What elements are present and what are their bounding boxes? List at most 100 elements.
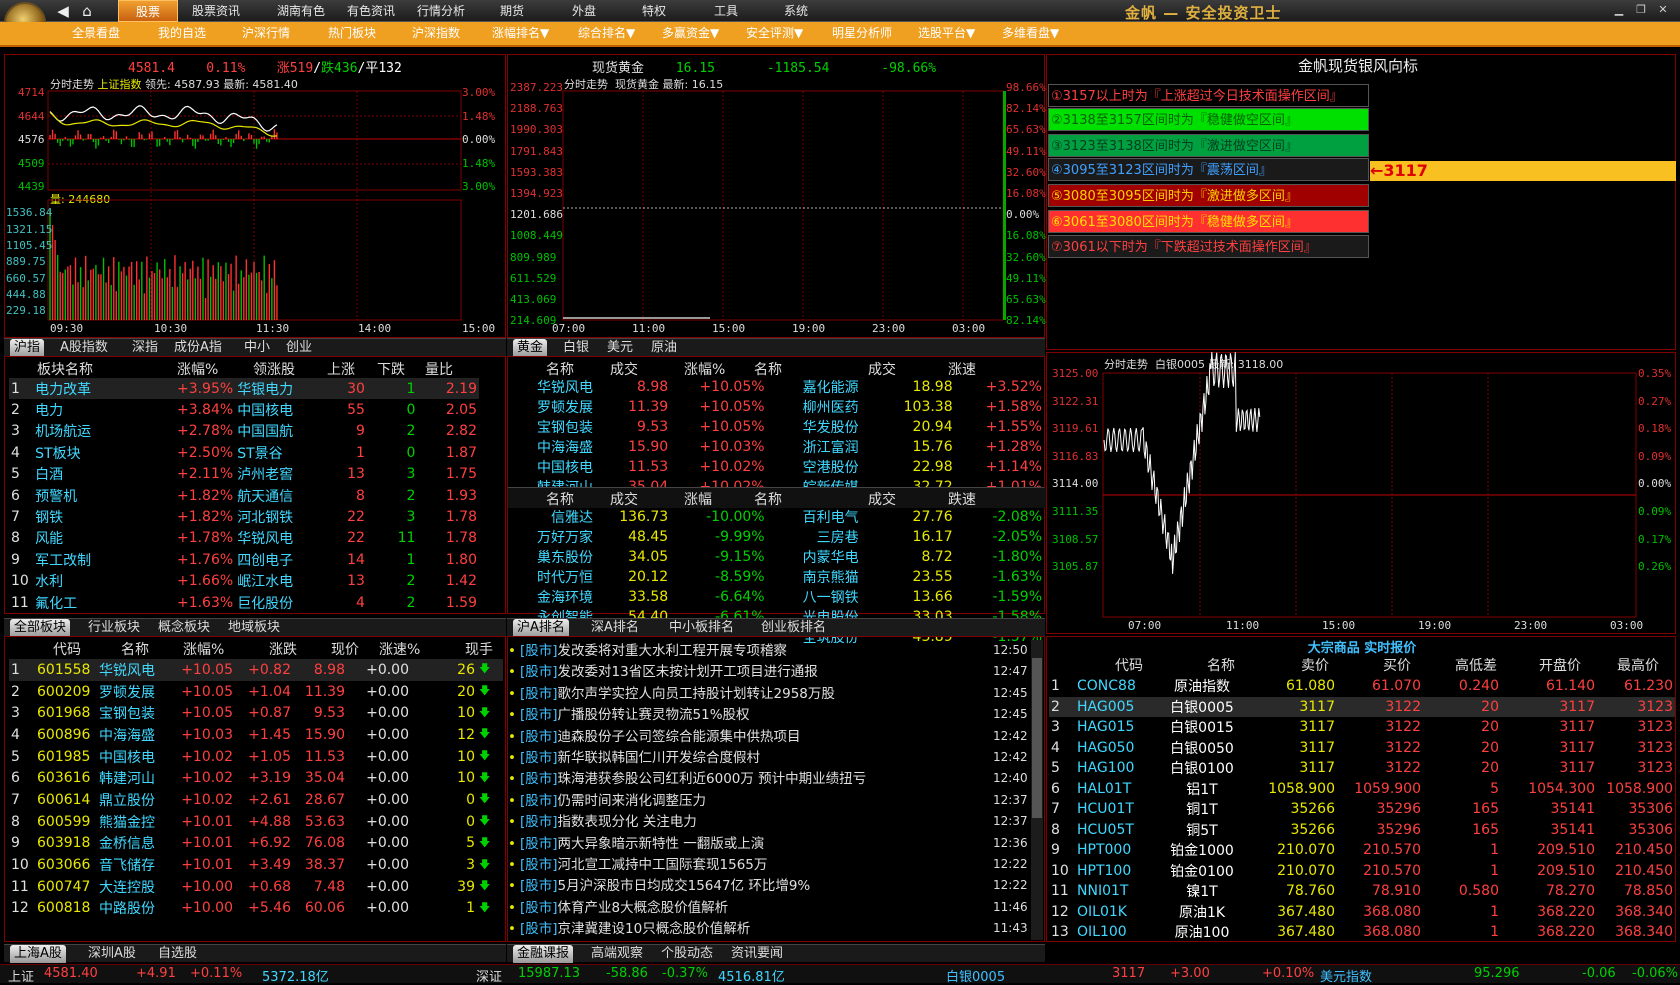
commodity-row[interactable]: 8 HCU05T 铜5T 35266 35296 165 35141 35306 — [1049, 820, 1675, 841]
tab-silver[interactable]: 白银 — [559, 339, 593, 357]
commodity-row[interactable]: 10 HPT100 铂金0100 210.070 210.570 1 209.510 210.… — [1049, 861, 1675, 882]
movers-up-table: 华锐风电 8.98 +10.05% 嘉化能源 18.98 +3.52% 罗顿发展 11.39 +… — [508, 377, 1044, 497]
commodity-row[interactable]: 6 HAL01T 铝1T 1058.900 1059.900 5 1054.300 1058.… — [1049, 779, 1675, 800]
sector-ratio: 2.19 — [445, 380, 477, 397]
sector-table: 1 电力改革 +3.95% 华银电力 30 1 2.19 2 电力 +3.84% 中国核电 55 0 2.… — [9, 378, 479, 613]
news-item[interactable]: • [股市]迪森股份子公司签综合能源集中供热项目 — [508, 726, 1033, 748]
sector-row[interactable]: 5 白酒 +2.11% 泸州老窖 13 3 1.75 — [9, 464, 479, 485]
tab-sha-rank[interactable]: 沪A排名 — [513, 619, 569, 637]
stock-row[interactable]: 3 601968 宝钢包装 +10.05 +0.87 9.53 +0.00 10 🡇 — [9, 702, 503, 724]
news-item[interactable]: • [股市]珠海港获参股公司红利近6000万 预计中期业绩扭亏 — [508, 768, 1033, 790]
mover-row[interactable]: 宝钢包装 9.53 +10.05% 华发股份 20.94 +1.55% — [508, 417, 1044, 437]
mover-row[interactable]: 华锐风电 8.98 +10.05% 嘉化能源 18.98 +3.52% — [508, 377, 1044, 397]
news-item[interactable]: • [股市]两大异象暗示新特性 一翻版或上演 — [508, 833, 1033, 855]
sector-row[interactable]: 11 氟化工 +1.63% 巨化股份 4 2 1.59 — [9, 592, 479, 613]
stock-row[interactable]: 7 600614 鼎立股份 +10.02 +2.61 28.67 +0.00 0 🡇 — [9, 789, 503, 811]
news-item[interactable]: • [股市]指数表现分化 关注电力 — [508, 811, 1033, 833]
sector-row[interactable]: 8 风能 +1.78% 华锐风电 22 11 1.78 — [9, 528, 479, 549]
tab-crude[interactable]: 原油 — [647, 339, 681, 357]
stock-row[interactable]: 8 600599 熊猫金控 +10.01 +4.88 53.63 +0.00 0 🡇 — [9, 811, 503, 833]
mover-row[interactable]: 时代万恒 20.12 -8.59% 南京熊猫 23.55 -1.63% — [508, 567, 1044, 587]
tab-all-boards[interactable]: 全部板块 — [10, 619, 71, 637]
tab-sz-index[interactable]: 深指 — [128, 339, 162, 357]
commodity-row[interactable]: 12 OIL01K 原油1K 367.480 368.080 1 368.220 368.34… — [1049, 902, 1675, 923]
tab-concept[interactable]: 概念板块 — [154, 619, 214, 637]
tab-sme-rank[interactable]: 中小板排名 — [665, 619, 738, 637]
commodity-row[interactable]: 4 HAG050 白银0050 3117 3122 20 3117 3123 — [1049, 738, 1675, 759]
sector-rank: 11 — [11, 594, 29, 611]
stock-speed: +0.00 — [366, 683, 409, 700]
comm-bid: 210.570 — [1363, 862, 1421, 879]
tab-industry[interactable]: 行业板块 — [84, 619, 144, 637]
sector-row[interactable]: 6 预警机 +1.82% 航天通信 8 2 1.93 — [9, 485, 479, 506]
news-item[interactable]: • [股市]新华联拟韩国仁川开发综合度假村 — [508, 747, 1033, 769]
sector-row[interactable]: 1 电力改革 +3.95% 华银电力 30 1 2.19 — [9, 378, 479, 400]
sector-row[interactable]: 7 钢铁 +1.82% 河北钢铁 22 3 1.78 — [9, 506, 479, 527]
commodity-row[interactable]: 2 HAG005 白银0005 3117 3122 20 3117 3123 — [1049, 696, 1675, 717]
news-item[interactable]: • [股市]5月沪深股市日均成交15647亿 环比增9% — [508, 875, 1033, 897]
tab-usd[interactable]: 美元 — [603, 339, 637, 357]
news-item[interactable]: • [股市]广播股份转让赛灵物流51%股权 — [508, 704, 1033, 726]
stock-row[interactable]: 4 600896 中海海盛 +10.03 +1.45 15.90 +0.00 12 🡇 — [9, 724, 503, 746]
tab-component-a[interactable]: 成份A指 — [170, 339, 226, 357]
news-item[interactable]: • [股市]发改委对13省区未按计划开工项目进行通报 — [508, 661, 1033, 683]
commodity-row[interactable]: 13 OIL100 原油100 367.480 368.080 1 368.220 368.3… — [1049, 922, 1675, 943]
mover-volume: 13.66 — [912, 589, 953, 605]
stock-row[interactable]: 6 603616 韩建河山 +10.02 +3.19 35.04 +0.00 10 🡇 — [9, 767, 503, 789]
tab-chinext-rank[interactable]: 创业板排名 — [757, 619, 830, 637]
tab-sh-index[interactable]: 沪指 — [10, 339, 45, 357]
commodity-row[interactable]: 9 HPT000 铂金1000 210.070 210.570 1 209.510 210.4… — [1049, 840, 1675, 861]
stock-row[interactable]: 10 603066 音飞储存 +10.01 +3.49 38.37 +0.00 3 🡇 — [9, 854, 503, 876]
commodity-row[interactable]: 3 HAG015 白银0015 3117 3122 20 3117 3123 — [1049, 717, 1675, 738]
news-item[interactable]: • [股市]发改委将对重大水利工程开展专项稽察 — [508, 640, 1033, 662]
stock-row[interactable]: 2 600209 罗顿发展 +10.05 +1.04 11.39 +0.00 20 🡇 — [9, 681, 503, 703]
mover-name: 南京熊猫 — [802, 570, 859, 586]
tab-headlines[interactable]: 资讯要闻 — [727, 945, 787, 963]
news-source: [股市] — [519, 750, 558, 766]
tab-stock-news[interactable]: 个股动态 — [657, 945, 717, 963]
news-headline: 河北宣工减持中工国际套现1565万 — [557, 857, 768, 873]
tab-finance-news[interactable]: 金融课报 — [513, 945, 574, 963]
stock-row[interactable]: 12 600818 中路股份 +10.00 +5.46 60.06 +0.00 1 🡇 — [9, 898, 503, 920]
sector-row[interactable]: 3 机场航运 +2.78% 中国国航 9 2 2.82 — [9, 421, 479, 442]
commodity-row[interactable]: 1 CONC88 原油指数 61.080 61.070 0.240 61.140 61.230 — [1049, 676, 1675, 697]
stock-row[interactable]: 1 601558 华锐风电 +10.05 +0.82 8.98 +0.00 26 🡇 — [9, 659, 503, 681]
mover-row[interactable]: 中海海盛 15.90 +10.03% 浙江富润 15.76 +1.28% — [508, 437, 1044, 457]
sector-row[interactable]: 9 军工改制 +1.76% 四创电子 14 1 1.80 — [9, 549, 479, 570]
mover-row[interactable]: 信雅达 136.73 -10.00% 百利电气 27.76 -2.08% — [508, 507, 1044, 527]
mover-row[interactable]: 万好万家 48.45 -9.99% 三房巷 16.17 -2.05% — [508, 527, 1044, 547]
commodity-row[interactable]: 7 HCU01T 铜1T 35266 35296 165 35141 35306 — [1049, 799, 1675, 820]
tab-sme[interactable]: 中小 — [240, 339, 274, 357]
tab-watch[interactable]: 自选股 — [154, 945, 201, 963]
sector-row[interactable]: 10 水利 +1.66% 岷江水电 13 2 1.42 — [9, 571, 479, 592]
stock-row[interactable]: 5 601985 中国核电 +10.02 +1.05 11.53 +0.00 10 🡇 — [9, 746, 503, 768]
sector-pct: +1.82% — [176, 487, 234, 504]
news-item[interactable]: • [股市]歌尔声学实控人向员工持股计划转让2958万股 — [508, 683, 1033, 705]
news-item[interactable]: • [股市]仍需时间来消化调整压力 — [508, 790, 1033, 812]
commodity-row[interactable]: 5 HAG100 白银0100 3117 3122 20 3117 3123 — [1049, 758, 1675, 779]
news-item[interactable]: • [股市]体育产业8大概念股价值解析 — [508, 897, 1033, 919]
news-item[interactable]: • [股市]京津冀建设10只概念股价值解析 — [508, 918, 1033, 940]
tab-sza-rank[interactable]: 深A排名 — [587, 619, 643, 637]
tab-sh-a[interactable]: 上海A股 — [10, 945, 66, 963]
mover-row[interactable]: 金海环境 33.58 -6.64% 八一钢铁 13.66 -1.59% — [508, 587, 1044, 607]
sector-rank: 6 — [11, 487, 20, 504]
tab-sz-a[interactable]: 深圳A股 — [84, 945, 140, 963]
news-item[interactable]: • [股市]河北宣工减持中工国际套现1565万 — [508, 854, 1033, 876]
stock-rank: 12 — [11, 900, 29, 917]
commodity-row[interactable]: 11 NNI01T 镍1T 78.760 78.910 0.580 78.270 78.850 — [1049, 881, 1675, 902]
tab-gold[interactable]: 黄金 — [513, 339, 548, 357]
stock-name: 华锐风电 — [99, 662, 155, 679]
mover-row[interactable]: 巢东股份 34.05 -9.15% 内蒙华电 8.72 -1.80% — [508, 547, 1044, 567]
tab-chinext[interactable]: 创业 — [282, 339, 316, 357]
stock-row[interactable]: 9 603918 金桥信息 +10.01 +6.92 76.08 +0.00 5 🡇 — [9, 833, 503, 855]
tab-high-end[interactable]: 高端观察 — [587, 945, 647, 963]
sector-row[interactable]: 2 电力 +3.84% 中国核电 55 0 2.05 — [9, 399, 479, 420]
news-headline: 新华联拟韩国仁川开发综合度假村 — [557, 750, 761, 766]
mover-row[interactable]: 中国核电 11.53 +10.02% 空港股份 22.98 +1.14% — [508, 457, 1044, 477]
tab-a-index[interactable]: A股指数 — [56, 339, 112, 357]
tab-region[interactable]: 地域板块 — [224, 619, 284, 637]
sector-row[interactable]: 4 ST板块 +2.50% ST景谷 1 0 1.87 — [9, 442, 479, 463]
mover-row[interactable]: 罗顿发展 11.39 +10.05% 柳州医药 103.38 +1.58% — [508, 397, 1044, 417]
stock-row[interactable]: 11 600747 大连控股 +10.00 +0.68 7.48 +0.00 39 🡇 — [9, 876, 503, 898]
